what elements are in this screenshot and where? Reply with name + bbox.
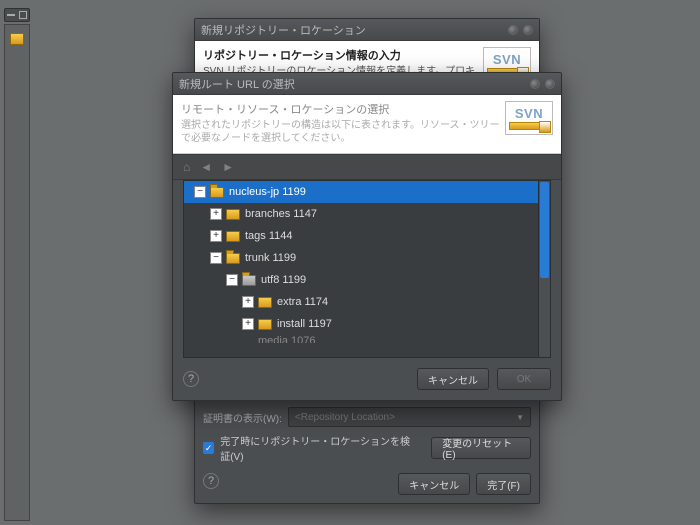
chevron-down-icon: ▼ — [516, 413, 524, 422]
folder-icon — [226, 231, 240, 242]
tree-node[interactable]: + tags 1144 — [184, 225, 538, 247]
folder-open-icon — [242, 275, 256, 286]
tree-node-label: branches 1147 — [245, 208, 317, 220]
cancel-button[interactable]: キャンセル — [398, 473, 470, 495]
restore-icon — [19, 11, 27, 19]
collapse-icon[interactable]: − — [194, 186, 206, 198]
tree-node-clipped[interactable]: media 1076 — [184, 335, 538, 343]
cancel-button[interactable]: キャンセル — [417, 368, 489, 390]
tree-node-root[interactable]: − nucleus-jp 1199 — [184, 181, 538, 203]
banner-heading: リモート・リソース・ロケーションの選択 — [181, 101, 505, 117]
finish-button[interactable]: 完了(F) — [476, 473, 531, 495]
expand-icon[interactable]: + — [242, 318, 254, 330]
tree-node-label: trunk 1199 — [245, 252, 296, 264]
folder-open-icon — [226, 253, 240, 264]
help-icon[interactable]: ? — [203, 473, 219, 489]
cert-combo[interactable]: <Repository Location> ▼ — [288, 407, 531, 427]
dialog-title: 新規ルート URL の選択 — [179, 76, 295, 92]
tree-node-label: nucleus-jp 1199 — [229, 186, 306, 198]
minimize-dot-icon[interactable] — [530, 79, 540, 89]
repository-view-icon[interactable] — [10, 33, 24, 45]
folder-open-icon — [210, 187, 224, 198]
tree-node[interactable]: + branches 1147 — [184, 203, 538, 225]
expand-icon[interactable]: + — [210, 208, 222, 220]
dialog-titlebar[interactable]: 新規ルート URL の選択 — [173, 73, 561, 95]
cert-label: 証明書の表示(W): — [203, 410, 282, 425]
tool-rail — [4, 24, 30, 521]
minimize-dot-icon[interactable] — [508, 25, 518, 35]
scrollbar-thumb[interactable] — [540, 182, 549, 278]
tree-node-label: install 1197 — [277, 318, 332, 330]
close-dot-icon[interactable] — [523, 25, 533, 35]
forward-icon[interactable]: ► — [222, 160, 234, 174]
tree-node-label: extra 1174 — [277, 296, 328, 308]
banner-subtext: 選択されたリポジトリーの構造は以下に表されます。リソース・ツリーで必要なノードを… — [181, 119, 505, 145]
tree-node[interactable]: − utf8 1199 — [184, 269, 538, 291]
home-icon[interactable]: ⌂ — [183, 160, 190, 174]
close-dot-icon[interactable] — [545, 79, 555, 89]
tree-node[interactable]: + extra 1174 — [184, 291, 538, 313]
banner-heading: リポジトリー・ロケーション情報の入力 — [203, 47, 483, 63]
tree-nav-toolbar: ⌂ ◄ ► — [173, 154, 561, 180]
dialog-titlebar[interactable]: 新規リポジトリー・ロケーション — [195, 19, 539, 41]
minimize-icon — [7, 14, 15, 16]
svn-logo-icon: SVN — [505, 101, 553, 135]
folder-icon — [226, 209, 240, 220]
tree-node-label: utf8 1199 — [261, 274, 306, 286]
ok-button: OK — [497, 368, 551, 390]
dialog-banner: リモート・リソース・ロケーションの選択 選択されたリポジトリーの構造は以下に表さ… — [173, 95, 561, 154]
tree-node[interactable]: − trunk 1199 — [184, 247, 538, 269]
expand-icon[interactable]: + — [242, 296, 254, 308]
collapse-icon[interactable]: − — [210, 252, 222, 264]
validate-checkbox[interactable]: ✓ — [203, 442, 214, 454]
tree-node[interactable]: + install 1197 — [184, 313, 538, 335]
tree-scrollbar[interactable] — [539, 180, 551, 358]
expand-icon[interactable]: + — [210, 230, 222, 242]
app-min-restore[interactable] — [4, 8, 30, 22]
validate-label: 完了時にリポジトリー・ロケーションを検証(V) — [220, 433, 419, 463]
collapse-icon[interactable]: − — [226, 274, 238, 286]
help-icon[interactable]: ? — [183, 371, 199, 387]
folder-icon — [258, 297, 272, 308]
cert-combo-value: <Repository Location> — [295, 412, 395, 423]
repo-tree[interactable]: − nucleus-jp 1199 + branches 1147 + tags… — [183, 180, 539, 358]
tree-node-label: tags 1144 — [245, 230, 293, 242]
reset-changes-button[interactable]: 変更のリセット(E) — [431, 437, 531, 459]
back-icon[interactable]: ◄ — [200, 160, 212, 174]
folder-icon — [258, 319, 272, 330]
select-root-url-dialog: 新規ルート URL の選択 リモート・リソース・ロケーションの選択 選択されたリ… — [172, 72, 562, 401]
dialog-title: 新規リポジトリー・ロケーション — [201, 22, 366, 38]
